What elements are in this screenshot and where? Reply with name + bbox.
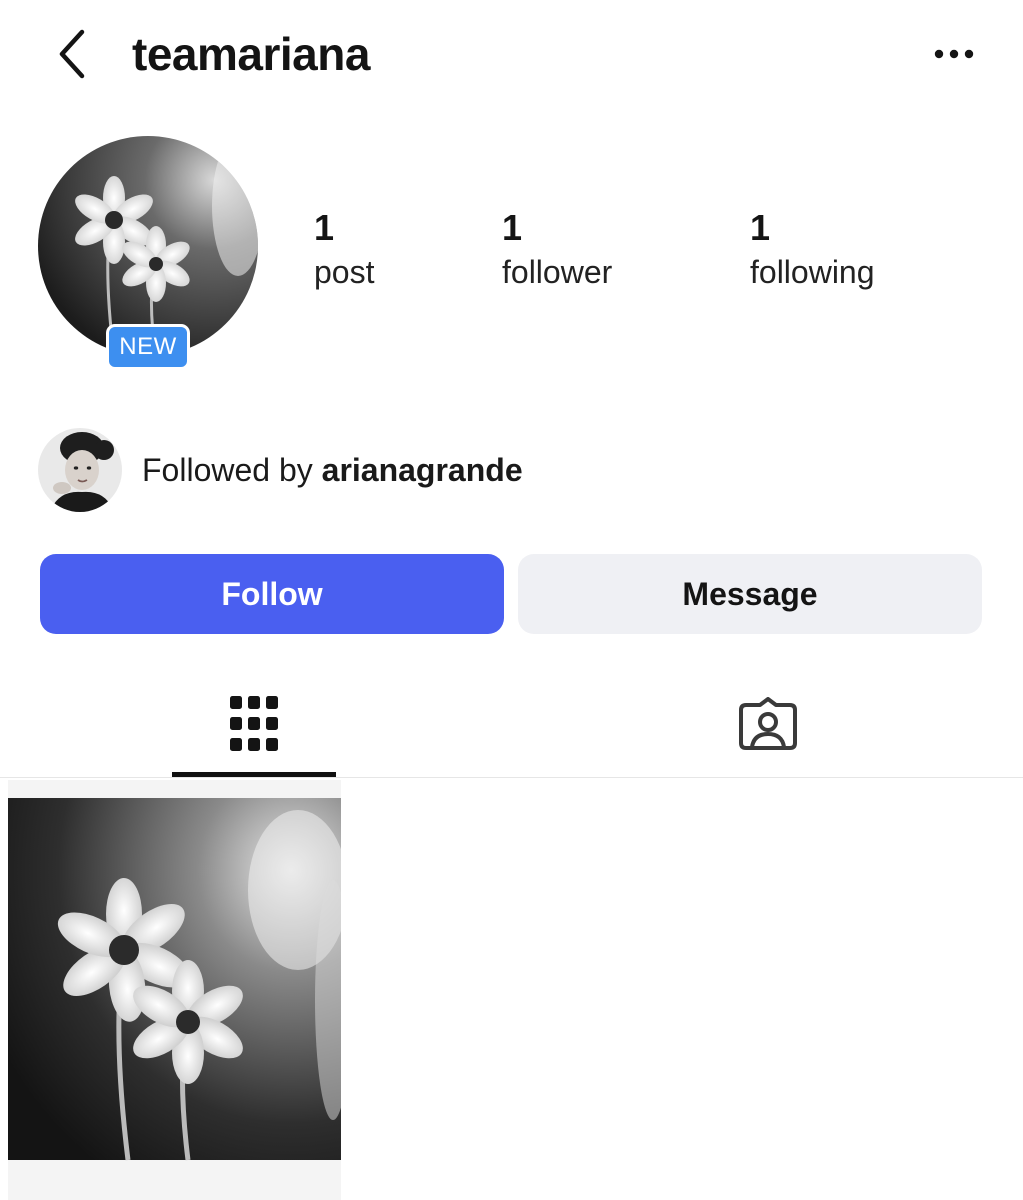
followed-by-text[interactable]: Followed by arianagrande [142, 448, 523, 492]
profile-avatar[interactable] [38, 136, 258, 356]
message-button[interactable]: Message [518, 554, 982, 634]
stat-label: following [750, 254, 875, 290]
more-options-button[interactable] [931, 38, 977, 70]
stat-followers[interactable]: 1 follower [502, 206, 612, 294]
active-tab-indicator [172, 772, 336, 777]
profile-page: teamariana NEW 1 post 1 follower 1 follo… [0, 0, 1023, 1200]
tagged-icon [739, 697, 797, 750]
more-icon [934, 49, 974, 59]
avatar [38, 428, 122, 512]
stat-count: 1 [314, 207, 335, 248]
stat-count: 1 [750, 207, 771, 248]
stat-following[interactable]: 1 following [750, 206, 875, 294]
stat-label: post [314, 254, 375, 290]
followed-by-username[interactable]: arianagrande [322, 452, 523, 488]
stat-count: 1 [502, 207, 523, 248]
stat-label: follower [502, 254, 613, 290]
post-flower-image [8, 780, 341, 1200]
grid-icon [230, 696, 278, 751]
avatar-flower-image [38, 136, 258, 356]
stat-posts[interactable]: 1 post [314, 206, 374, 294]
mutual-follower-avatar[interactable] [38, 428, 122, 512]
follow-button[interactable]: Follow [40, 554, 504, 634]
profile-username: teamariana [132, 28, 370, 80]
post-thumbnail[interactable] [8, 780, 341, 1200]
chevron-left-icon [59, 29, 85, 79]
tab-posts-grid[interactable] [172, 672, 336, 776]
tab-tagged[interactable] [686, 672, 850, 776]
new-badge: NEW [106, 324, 190, 370]
tab-divider [0, 777, 1023, 778]
back-button[interactable] [48, 26, 96, 82]
followed-by-prefix: Followed by [142, 452, 322, 488]
